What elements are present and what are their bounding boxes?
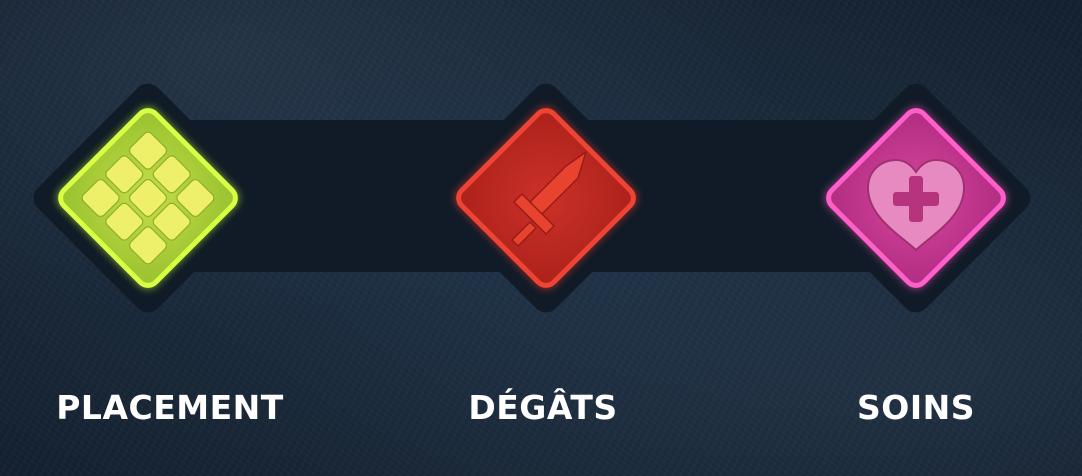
ability-label-placement: PLACEMENT	[56, 388, 284, 427]
ability-degats[interactable]	[425, 77, 667, 319]
sword-icon	[454, 106, 638, 290]
ability-soins[interactable]	[795, 77, 1037, 319]
ability-label-soins: SOINS	[857, 388, 975, 427]
grid-tiles-icon	[56, 106, 240, 290]
ability-placement[interactable]	[27, 77, 269, 319]
ability-label-degats: DÉGÂTS	[468, 388, 618, 427]
heart-plus-icon	[824, 106, 1008, 290]
